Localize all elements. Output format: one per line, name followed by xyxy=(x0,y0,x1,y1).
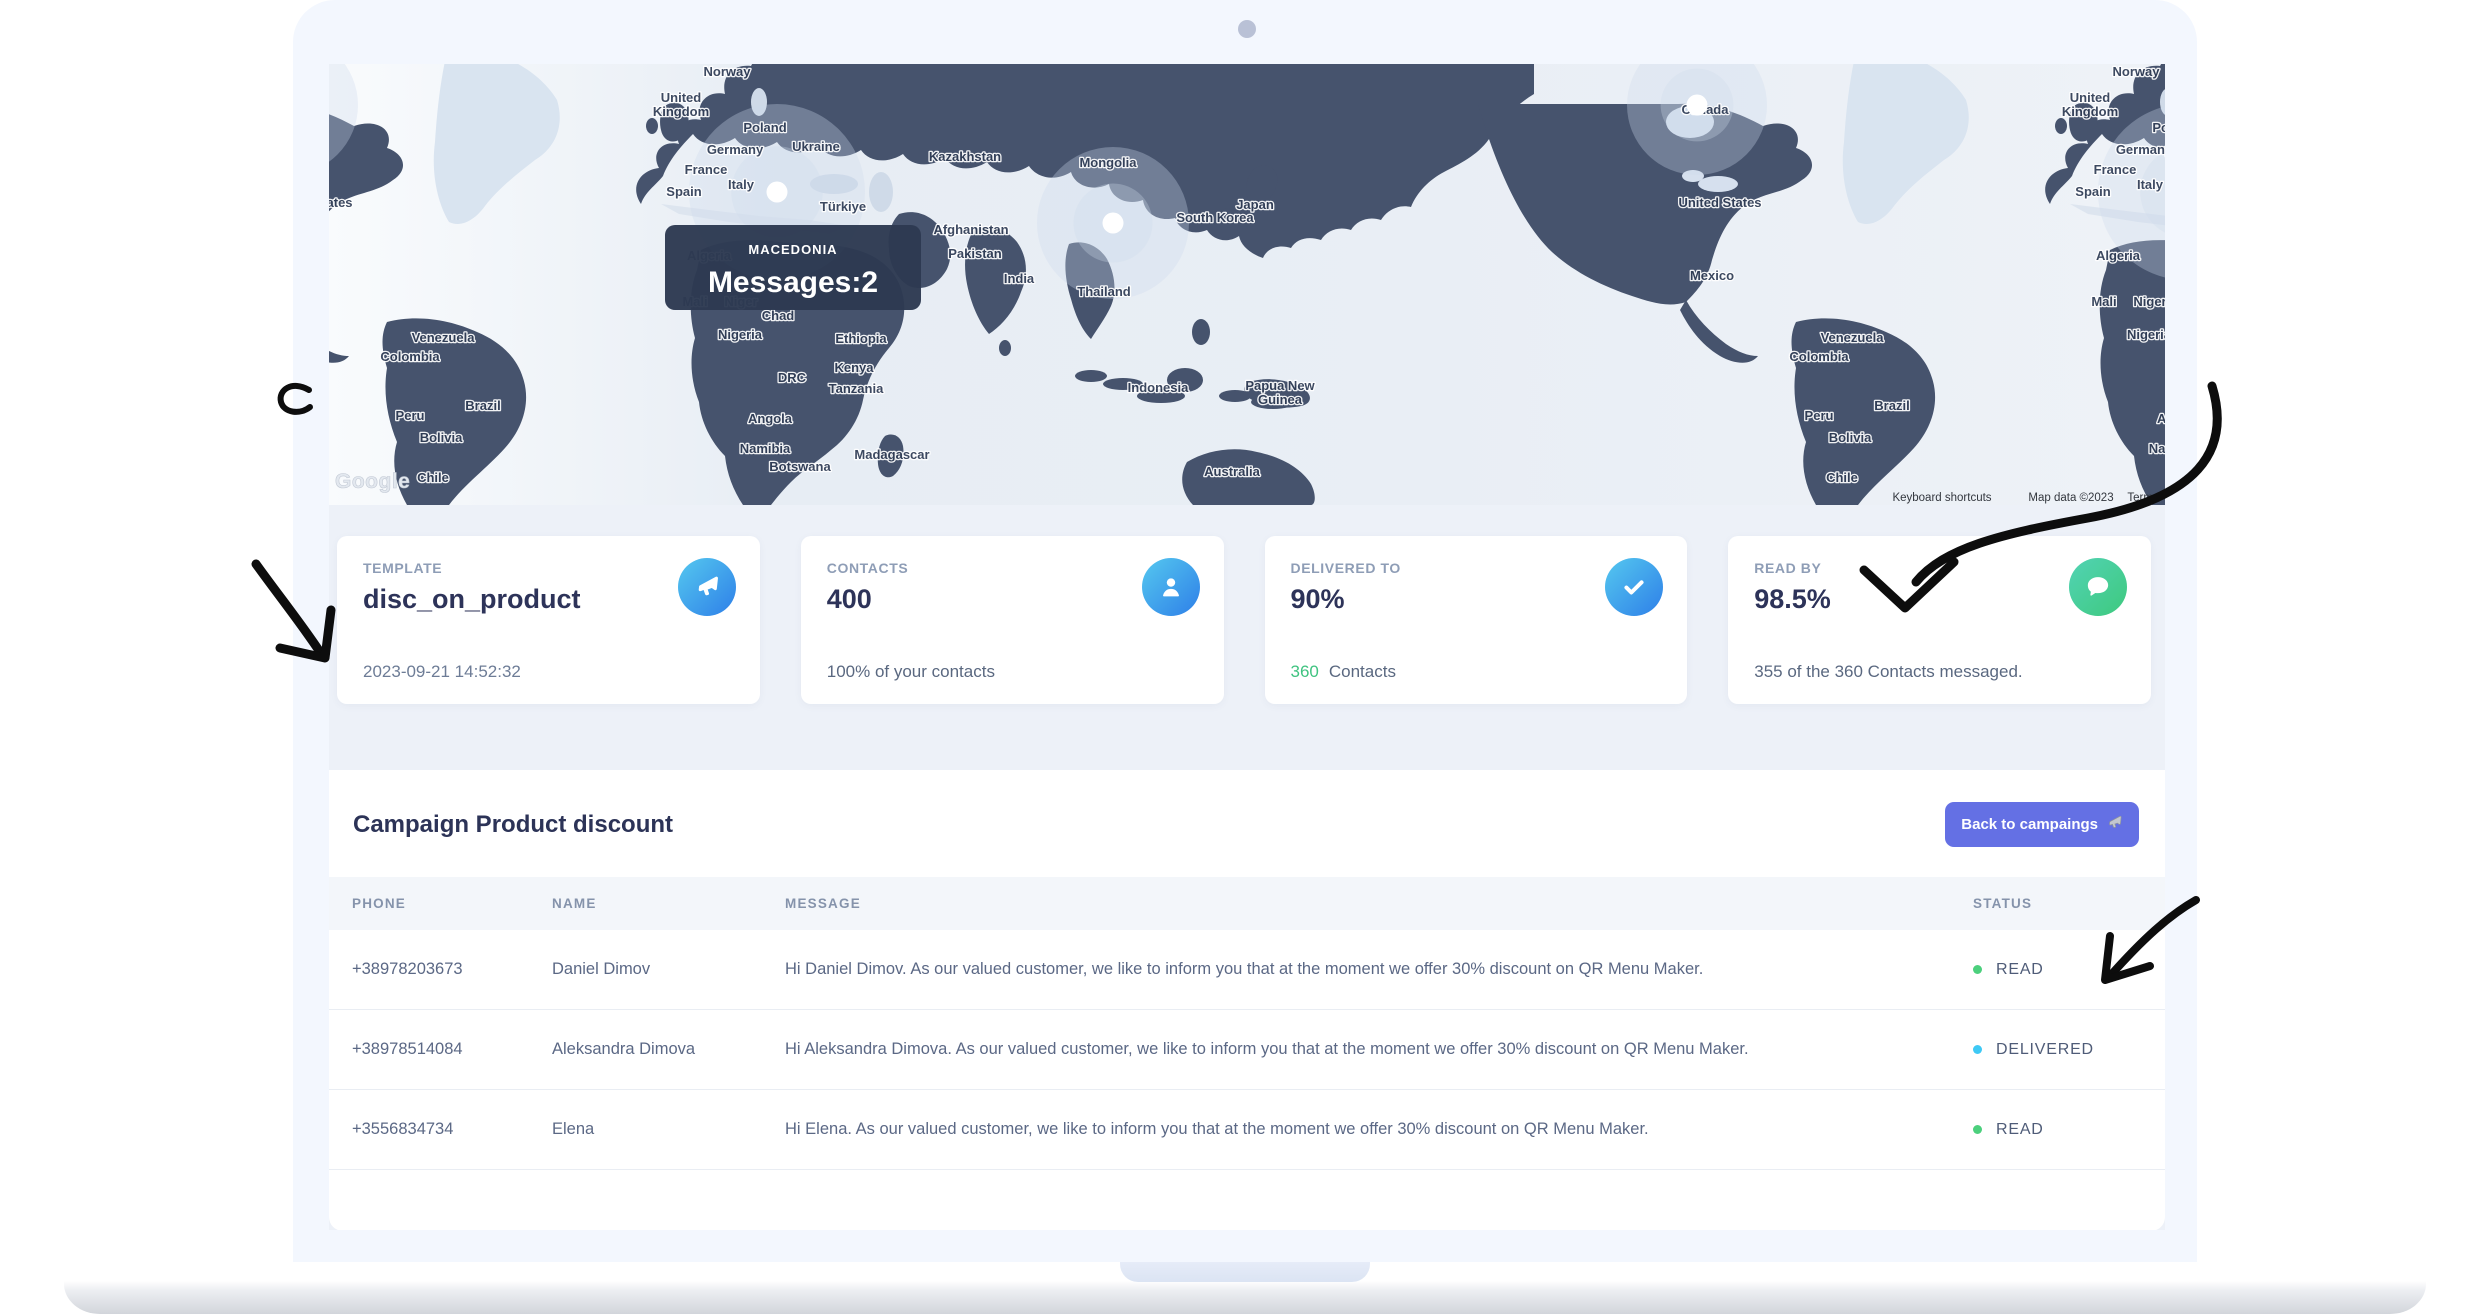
stat-label: CONTACTS xyxy=(827,560,1198,576)
stat-label: TEMPLATE xyxy=(363,560,734,576)
stat-card-template: TEMPLATE disc_on_product 2023-09-21 14:5… xyxy=(337,536,760,704)
chat-icon xyxy=(2069,558,2127,616)
stat-subtext: 2023-09-21 14:52:32 xyxy=(363,662,521,682)
laptop-screen: United StatesCanadaMexicoVenezuelaColomb… xyxy=(293,0,2197,1262)
google-watermark: Google xyxy=(335,470,410,493)
page: United StatesCanadaMexicoVenezuelaColomb… xyxy=(0,0,2490,1314)
status-label: DELIVERED xyxy=(1996,1041,2094,1059)
campaign-title: Campaign Product discount xyxy=(353,811,673,839)
check-icon xyxy=(1605,558,1663,616)
cell-name: Daniel Dimov xyxy=(552,960,785,979)
table-body: +38978203673 Daniel Dimov Hi Daniel Dimo… xyxy=(329,930,2165,1170)
column-header-message: MESSAGE xyxy=(785,896,1973,911)
status-dot xyxy=(1973,1125,1982,1134)
megaphone-emoji-icon xyxy=(2106,814,2123,835)
megaphone-icon xyxy=(678,558,736,616)
user-icon xyxy=(1142,558,1200,616)
cell-phone: +3556834734 xyxy=(352,1120,552,1139)
stat-card-contacts: CONTACTS 400 100% of your contacts xyxy=(801,536,1224,704)
stat-card-delivered: DELIVERED TO 90% 360Contacts xyxy=(1265,536,1688,704)
tooltip-country: MACEDONIA xyxy=(748,242,837,257)
status-label: READ xyxy=(1996,961,2044,979)
column-header-phone: PHONE xyxy=(352,896,552,911)
stat-subtext: 355 of the 360 Contacts messaged. xyxy=(1754,662,2022,682)
dashboard-content: United StatesCanadaMexicoVenezuelaColomb… xyxy=(329,64,2165,1230)
cell-message: Hi Elena. As our valued customer, we lik… xyxy=(785,1120,1973,1139)
map-terms-link[interactable]: Terms xyxy=(2127,492,2159,504)
cell-status: DELIVERED xyxy=(1973,1041,2165,1059)
back-button-label: Back to campaings xyxy=(1961,816,2098,833)
cell-name: Aleksandra Dimova xyxy=(552,1040,785,1059)
stat-label: READ BY xyxy=(1754,560,2125,576)
tooltip-messages: Messages:2 xyxy=(708,266,878,299)
column-header-name: NAME xyxy=(552,896,785,911)
table-row: +38978514084 Aleksandra Dimova Hi Aleksa… xyxy=(329,1010,2165,1090)
back-to-campaigns-button[interactable]: Back to campaings xyxy=(1945,802,2139,847)
table-row: +3556834734 Elena Hi Elena. As our value… xyxy=(329,1090,2165,1170)
table-row: +38978203673 Daniel Dimov Hi Daniel Dimo… xyxy=(329,930,2165,1010)
status-dot xyxy=(1973,965,1982,974)
table-header-row: PHONE NAME MESSAGE STATUS xyxy=(329,877,2165,930)
cell-message: Hi Daniel Dimov. As our valued customer,… xyxy=(785,960,1973,979)
cell-name: Elena xyxy=(552,1120,785,1139)
campaign-panel: Campaign Product discount Back to campai… xyxy=(329,770,2165,1230)
delivered-count: 360 xyxy=(1291,662,1319,681)
stat-subtext: 360Contacts xyxy=(1291,662,1396,682)
column-header-status: STATUS xyxy=(1973,896,2165,911)
stat-subtext: 100% of your contacts xyxy=(827,662,995,682)
status-dot xyxy=(1973,1045,1982,1054)
world-map[interactable]: United StatesCanadaMexicoVenezuelaColomb… xyxy=(329,64,2165,505)
cell-phone: +38978203673 xyxy=(352,960,552,979)
cell-phone: +38978514084 xyxy=(352,1040,552,1059)
stats-row: TEMPLATE disc_on_product 2023-09-21 14:5… xyxy=(329,536,2165,704)
map-tooltip: MACEDONIA Messages:2 xyxy=(665,225,921,310)
cell-message: Hi Aleksandra Dimova. As our valued cust… xyxy=(785,1040,1973,1059)
stat-label: DELIVERED TO xyxy=(1291,560,1662,576)
stat-card-read: READ BY 98.5% 355 of the 360 Contacts me… xyxy=(1728,536,2151,704)
cell-status: READ xyxy=(1973,961,2165,979)
cell-status: READ xyxy=(1973,1121,2165,1139)
status-label: READ xyxy=(1996,1121,2044,1139)
map-keyboard-shortcuts[interactable]: Keyboard shortcuts xyxy=(1892,492,1991,504)
webcam-dot xyxy=(1238,20,1256,38)
laptop-hinge-notch xyxy=(1120,1262,1370,1282)
map-data-copyright: Map data ©2023 xyxy=(2028,492,2113,504)
